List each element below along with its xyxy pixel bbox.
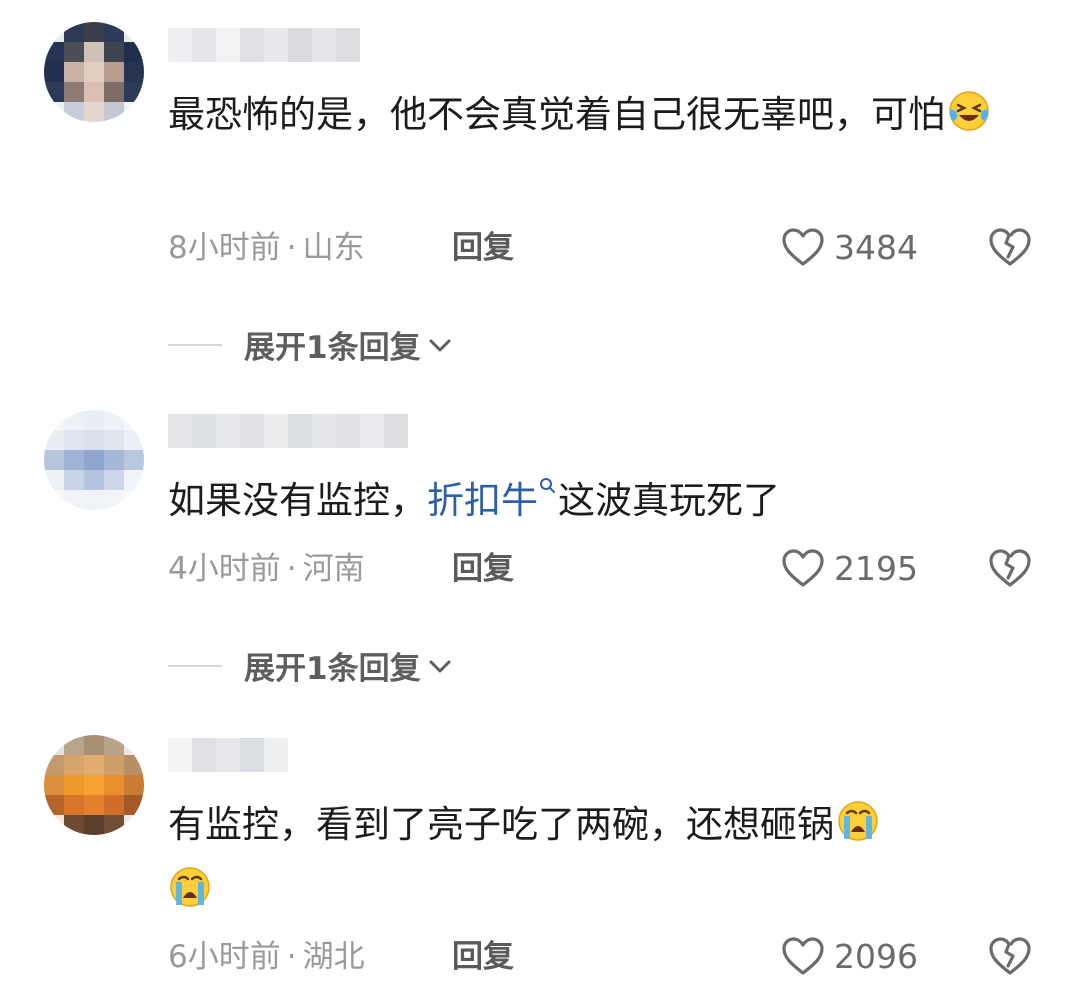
loudly-crying-emoji bbox=[838, 801, 878, 841]
comment-location: 山东 bbox=[302, 230, 365, 266]
like-button[interactable]: 2195 bbox=[780, 547, 918, 589]
reply-button[interactable]: 回复 bbox=[452, 228, 514, 268]
comment-location: 湖北 bbox=[302, 939, 365, 975]
search-link[interactable]: 折扣牛 bbox=[427, 479, 538, 522]
avatar[interactable] bbox=[44, 22, 144, 122]
comment-time: 4小时前 bbox=[168, 551, 281, 587]
search-icon bbox=[540, 478, 555, 493]
username-blurred[interactable] bbox=[168, 414, 408, 448]
username-blurred[interactable] bbox=[168, 738, 288, 772]
comment-text-body: 有监控，看到了亮子吃了两碗，还想砸锅 bbox=[168, 803, 834, 846]
comment-meta: 6小时前 · 湖北 bbox=[168, 937, 365, 977]
chevron-down-icon bbox=[429, 660, 451, 672]
meta-separator: · bbox=[286, 551, 297, 587]
broken-heart-icon bbox=[989, 549, 1031, 587]
comment-text-body: 最恐怖的是，他不会真觉着自己很无辜吧，可怕 bbox=[168, 93, 945, 136]
chevron-down-icon bbox=[429, 339, 451, 351]
like-button[interactable]: 3484 bbox=[780, 226, 918, 268]
reply-button[interactable]: 回复 bbox=[452, 937, 514, 977]
avatar[interactable] bbox=[44, 410, 144, 510]
dislike-button[interactable] bbox=[988, 935, 1032, 981]
like-count: 2096 bbox=[834, 936, 918, 976]
expand-divider bbox=[168, 343, 222, 346]
dislike-button[interactable] bbox=[988, 226, 1032, 272]
meta-separator: · bbox=[286, 230, 297, 266]
like-count: 2195 bbox=[834, 548, 918, 588]
broken-heart-icon bbox=[989, 937, 1031, 975]
comment-text: 有监控，看到了亮子吃了两碗，还想砸锅 bbox=[168, 792, 1008, 924]
expand-replies-label: 展开1条回复 bbox=[244, 651, 421, 687]
comment-text: 最恐怖的是，他不会真觉着自己很无辜吧，可怕 bbox=[168, 82, 1008, 148]
expand-replies[interactable]: 展开1条回复 bbox=[168, 643, 453, 688]
like-count: 3484 bbox=[834, 227, 918, 267]
heart-icon bbox=[782, 228, 824, 266]
heart-icon bbox=[782, 937, 824, 975]
grin-squint-tears-emoji bbox=[949, 91, 989, 131]
like-button[interactable]: 2096 bbox=[780, 935, 918, 977]
expand-divider bbox=[168, 664, 222, 667]
username-blurred[interactable] bbox=[168, 28, 360, 62]
broken-heart-icon bbox=[989, 228, 1031, 266]
expand-replies[interactable]: 展开1条回复 bbox=[168, 322, 453, 367]
heart-icon bbox=[782, 549, 824, 587]
comment-time: 8小时前 bbox=[168, 230, 281, 266]
loudly-crying-emoji bbox=[170, 867, 210, 907]
comment-meta: 8小时前 · 山东 bbox=[168, 228, 365, 268]
avatar[interactable] bbox=[44, 735, 144, 835]
comment-location: 河南 bbox=[302, 551, 365, 587]
expand-replies-label: 展开1条回复 bbox=[244, 330, 421, 366]
comment-text-tail: 这波真玩死了 bbox=[558, 479, 780, 522]
meta-separator: · bbox=[286, 939, 297, 975]
comment-meta: 4小时前 · 河南 bbox=[168, 549, 365, 589]
comment-text-body: 如果没有监控， bbox=[168, 479, 427, 522]
comment-text: 如果没有监控，折扣牛 这波真玩死了 bbox=[168, 468, 1008, 534]
dislike-button[interactable] bbox=[988, 547, 1032, 593]
comment-time: 6小时前 bbox=[168, 939, 281, 975]
reply-button[interactable]: 回复 bbox=[452, 549, 514, 589]
